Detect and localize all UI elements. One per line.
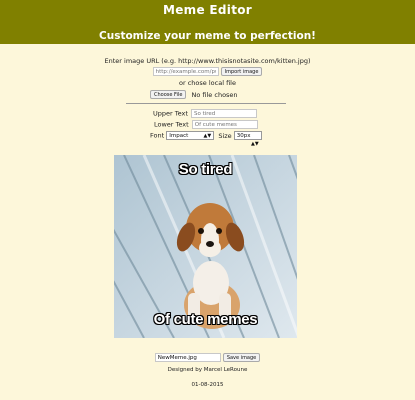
chevron-down-icon: ▲▼ xyxy=(203,133,212,139)
image-url-label: Enter image URL (e.g. http://www.thisisn… xyxy=(104,57,311,65)
upper-text-row: Upper Text xyxy=(153,109,353,118)
upper-text-input[interactable] xyxy=(190,109,257,118)
file-status: No file chosen xyxy=(191,90,238,99)
font-label: Font xyxy=(150,131,165,140)
meme-lower-text: Of cute memes xyxy=(153,311,258,328)
local-file-label: or chose local file xyxy=(179,79,236,87)
save-row: Save image xyxy=(0,353,415,362)
lower-text-row: Lower Text xyxy=(154,120,354,129)
file-picker: Choose File No file chosen xyxy=(150,90,350,99)
font-size-row: Font Impact ▲▼ Size 30px ▲▼ xyxy=(150,131,350,147)
size-label: Size xyxy=(218,131,232,140)
image-url-input[interactable] xyxy=(152,67,219,76)
image-url-row: Import image xyxy=(0,67,415,76)
page-title: Meme Editor xyxy=(163,3,252,17)
meme-canvas: So tired Of cute memes xyxy=(114,155,297,338)
app-header: Meme Editor Customize your meme to perfe… xyxy=(0,0,415,44)
date-text: 01-08-2015 xyxy=(191,382,224,388)
credit-text: Designed by Marcel LeRoune xyxy=(167,367,248,373)
chevron-down-icon: ▲▼ xyxy=(251,141,259,147)
import-image-button[interactable]: Import image xyxy=(220,67,263,76)
font-select-value: Impact xyxy=(169,133,189,139)
choose-file-button[interactable]: Choose File xyxy=(150,90,187,99)
font-select[interactable]: Impact ▲▼ xyxy=(166,131,215,140)
size-select-value: 30px xyxy=(236,133,251,139)
lower-text-input[interactable] xyxy=(191,120,258,129)
section-divider xyxy=(126,103,286,104)
meme-upper-text: So tired xyxy=(178,161,233,178)
upper-text-label: Upper Text xyxy=(153,109,188,118)
page-subtitle: Customize your meme to perfection! xyxy=(99,30,316,42)
filename-input[interactable] xyxy=(154,353,221,362)
save-image-button[interactable]: Save image xyxy=(222,353,261,362)
size-select[interactable]: 30px ▲▼ xyxy=(233,131,262,147)
lower-text-label: Lower Text xyxy=(154,120,189,129)
